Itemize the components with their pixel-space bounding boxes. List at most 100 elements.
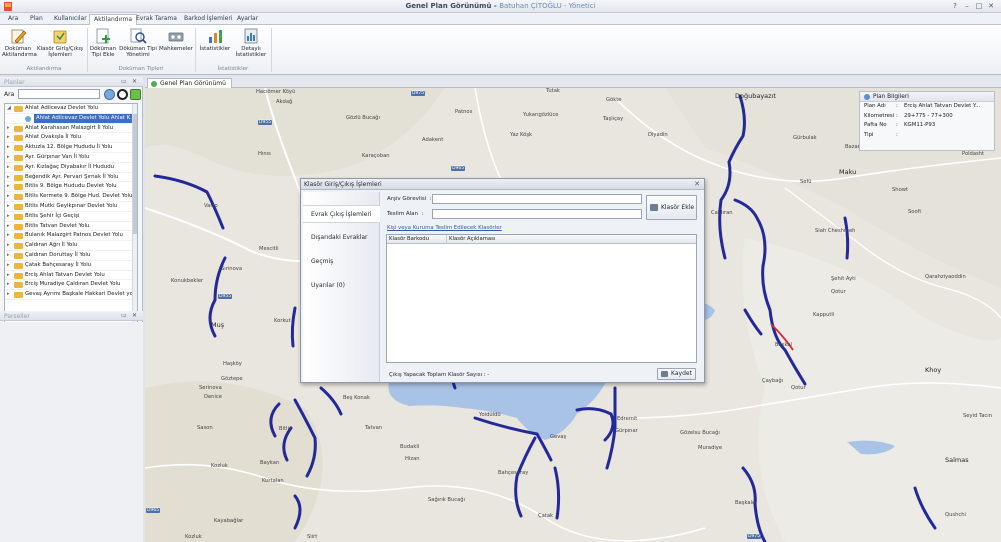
add-folder-button[interactable]: Klasör Ekle bbox=[646, 195, 697, 220]
tree-item[interactable]: ▸ Bitlis Mutki Geyikpınar Devlet Yolu bbox=[5, 202, 137, 212]
place-label: Muradiye bbox=[698, 445, 723, 451]
receiver-input[interactable] bbox=[432, 209, 642, 219]
close-button[interactable]: ✕ bbox=[986, 2, 996, 11]
expand-arrow-icon[interactable]: ▸ bbox=[7, 182, 10, 191]
expand-arrow-icon[interactable]: ▸ bbox=[7, 202, 10, 211]
save-button[interactable]: Kaydet bbox=[657, 368, 696, 380]
place-label: Hizan bbox=[405, 456, 420, 462]
assignee-input[interactable] bbox=[432, 194, 642, 204]
tree-item[interactable]: ▸ Bitlis Kermete 9. Bölge Hud. Devlet Yol… bbox=[5, 192, 137, 202]
grid-col-description[interactable]: Klasör Açıklaması bbox=[447, 235, 697, 244]
place-label: Diyadin bbox=[648, 132, 668, 138]
expand-arrow-icon[interactable]: ▸ bbox=[7, 231, 10, 240]
minimize-button[interactable]: – bbox=[962, 2, 972, 11]
tree-item[interactable]: ▸ Ahlat Ovakışla İl Yolu bbox=[5, 133, 137, 144]
statistics-button[interactable]: İstatistikler bbox=[198, 27, 232, 65]
detailed-statistics-button[interactable]: Detaylı İstatistikler bbox=[234, 27, 268, 65]
expand-arrow-icon[interactable]: ▸ bbox=[7, 163, 10, 172]
tree-item[interactable]: ▸ Bitlis 9. Bölge Hududu Devlet Yolu bbox=[5, 182, 137, 193]
target-icon[interactable] bbox=[117, 89, 128, 100]
tree-item[interactable]: ▸ Bulanık Malazgirt Patnos Devlet Yolu bbox=[5, 231, 137, 242]
tree-item[interactable]: ◢ Ahlat Adilcevaz Devlet Yolu bbox=[5, 104, 137, 114]
add-document-icon bbox=[96, 28, 110, 44]
tab-ayarlar[interactable]: Ayarlar bbox=[233, 14, 262, 25]
tree-item[interactable]: ▸ Aktuzla 12. Bölge Hududu İl Yolu bbox=[5, 143, 137, 153]
expand-arrow-icon[interactable]: ▸ bbox=[7, 261, 10, 270]
expand-arrow-icon[interactable]: ▸ bbox=[7, 153, 10, 162]
folder-icon bbox=[14, 194, 23, 201]
add-document-type-button[interactable]: Döküman Tipi Ekle bbox=[89, 27, 117, 65]
expand-arrow-icon[interactable]: ▸ bbox=[7, 222, 10, 231]
search-icon[interactable] bbox=[104, 89, 115, 100]
expand-arrow-icon[interactable]: ▸ bbox=[7, 143, 10, 152]
place-label: Budakli bbox=[400, 444, 420, 450]
tab-barkod[interactable]: Barkod İşlemleri bbox=[180, 14, 237, 25]
grid-col-barcode[interactable]: Klasör Barkodu bbox=[387, 235, 447, 244]
tab-users[interactable]: Kullanıcılar bbox=[50, 14, 91, 25]
ribbon-separator bbox=[271, 28, 272, 72]
nav-history[interactable]: Geçmiş bbox=[303, 253, 380, 271]
panel-float-button[interactable]: ▭ bbox=[121, 312, 127, 319]
expand-arrow-icon[interactable]: ▸ bbox=[7, 271, 10, 280]
tree-item[interactable]: ▸ Erciş Ahlat Tatvan Devlet Yolu bbox=[5, 271, 137, 281]
courts-button[interactable]: Mahkemeler bbox=[159, 27, 193, 65]
panel-close-button[interactable]: ✕ bbox=[132, 312, 137, 319]
place-label: Kozluk bbox=[185, 534, 202, 540]
place-label: Karaçoban bbox=[362, 153, 390, 159]
tree-item[interactable]: ▸ Beğendik Ayr. Pervari Şırnak İl Yolu bbox=[5, 173, 137, 183]
tree-item[interactable]: ▸ Bitlis Şehir İçi Geçişi bbox=[5, 212, 137, 222]
expand-arrow-icon[interactable]: ▸ bbox=[7, 251, 10, 260]
expand-arrow-icon[interactable]: ▸ bbox=[7, 212, 10, 221]
tab-evrak-tarama[interactable]: Evrak Tarama bbox=[132, 14, 181, 25]
tab-plan[interactable]: Plan bbox=[26, 14, 47, 25]
tree-item[interactable]: ▸ Çatak Bahçesaray İl Yolu bbox=[5, 261, 137, 271]
place-label: Muş bbox=[211, 321, 225, 329]
expand-arrow-icon[interactable]: ▸ bbox=[7, 241, 10, 250]
expand-arrow-icon[interactable]: ▸ bbox=[7, 124, 10, 133]
expand-arrow-icon[interactable]: ▸ bbox=[7, 192, 10, 201]
tree-item-label: Ahlat Ovakışla İl Yolu bbox=[25, 134, 82, 141]
add-folder-icon[interactable] bbox=[130, 89, 141, 100]
folders-to-deliver-link[interactable]: Kişi veya Kuruma Teslim Edilecek Klasörl… bbox=[387, 225, 502, 231]
plans-panel: Planlar ▭ ✕ Ara ◢ Ahlat Adilcevaz Devlet … bbox=[0, 77, 143, 542]
nav-warnings[interactable]: Uyarılar (0) bbox=[303, 277, 380, 295]
document-aktilandirma-button[interactable]: Doküman Aktilandırma bbox=[2, 27, 37, 65]
title-bar: Genel Plan Görünümü - Batuhan ÇİTOĞLU - … bbox=[0, 0, 1001, 13]
expand-arrow-icon[interactable]: ▸ bbox=[7, 133, 10, 142]
panel-close-button[interactable]: ✕ bbox=[132, 78, 137, 85]
tree-item[interactable]: ▸ Çaldıran Doruttay İl Yolu bbox=[5, 251, 137, 261]
tree-item[interactable]: ▸ Gevaş Ayrımı Başkale Hakkari Devlet yol… bbox=[5, 290, 137, 300]
place-label: Salmas bbox=[945, 456, 969, 464]
maximize-button[interactable]: □ bbox=[974, 2, 984, 11]
nav-outside-documents[interactable]: Dışarıdaki Evraklar bbox=[303, 229, 380, 247]
tree-child-item[interactable]: Ahlat Adilcevaz Devlet Yolu Ahlat K... bbox=[5, 113, 137, 124]
scrollbar-thumb[interactable] bbox=[133, 114, 137, 234]
place-label: Maku bbox=[839, 168, 857, 176]
plan-search-input[interactable] bbox=[18, 89, 100, 99]
document-type-management-button[interactable]: Döküman Tipi Yönetimi bbox=[119, 27, 157, 65]
expand-arrow-icon[interactable]: ▸ bbox=[7, 290, 10, 299]
tab-general-plan-view[interactable]: Genel Plan Görünümü bbox=[147, 78, 232, 88]
folder-in-out-button[interactable]: Klasör Giriş/Çıkış İşlemleri bbox=[36, 27, 84, 65]
dialog-close-button[interactable]: ✕ bbox=[694, 180, 700, 189]
folder-icon bbox=[14, 135, 23, 142]
expand-arrow-icon[interactable]: ▸ bbox=[7, 173, 10, 182]
tree-item[interactable]: ▸ Ahlat Karahasan Malazgirt İl Yolu bbox=[5, 124, 137, 134]
nav-document-out[interactable]: Evrak Çıkış İşlemleri bbox=[303, 205, 380, 223]
plan-info-header: Plan Bilgileri bbox=[860, 92, 994, 102]
place-label: Gökte bbox=[606, 97, 622, 103]
tree-item[interactable]: ▸ Ayr. Kızlağaç Diyabakır İl Hududu bbox=[5, 163, 137, 173]
tree-item[interactable]: ▸ Çaldıran Ağrı İl Yolu bbox=[5, 241, 137, 251]
tab-ara[interactable]: Ara bbox=[4, 14, 22, 25]
expand-arrow-icon[interactable]: ▸ bbox=[7, 280, 10, 289]
plan-info-row: Plan Adı : Erciş Ahlat Tatvan Devlet Y..… bbox=[860, 102, 994, 112]
place-label: Qushchi bbox=[945, 512, 966, 518]
tree-item-label: Gevaş Ayrımı Başkale Hakkari Devlet yolu bbox=[25, 291, 137, 298]
panel-float-button[interactable]: ▭ bbox=[121, 78, 127, 85]
tree-item[interactable]: ▸ Erciş Muradiye Çaldıran Devlet Yolu bbox=[5, 280, 137, 291]
collapse-arrow-icon[interactable]: ◢ bbox=[7, 104, 11, 113]
tree-item[interactable]: ▸ Bitlis Tatvan Devlet Yolu bbox=[5, 222, 137, 232]
folders-grid[interactable]: Klasör Barkodu Klasör Açıklaması bbox=[386, 234, 697, 363]
tree-item[interactable]: ▸ Ayr. Gürpınar Van İl Yolu bbox=[5, 153, 137, 163]
help-icon[interactable]: ? bbox=[950, 2, 960, 11]
